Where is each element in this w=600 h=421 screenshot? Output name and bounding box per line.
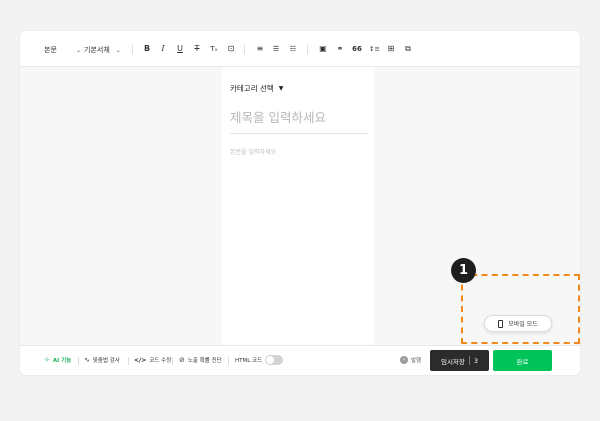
- bullet-list-icon[interactable]: ☰: [271, 45, 281, 53]
- text-box-icon[interactable]: ⊡: [226, 45, 236, 53]
- step-badge: 1: [451, 258, 476, 283]
- title-input[interactable]: 제목을 입력하세요: [230, 107, 326, 126]
- subscript-icon[interactable]: Tₓ: [209, 45, 219, 53]
- editor-toolbar: 본문 ⌄ 기본서체 ⌄ B I U T Tₓ ⊡ ≡ ☰ ☷ ▣ ⚭ 66 ↕≡…: [20, 31, 580, 67]
- caret-down-icon: ▼: [278, 85, 284, 92]
- exposure-check-label: 노출 확률 진단: [187, 358, 222, 364]
- strikethrough-icon[interactable]: T: [192, 45, 202, 53]
- code-edit-label: 코드 수정: [149, 358, 172, 364]
- toggle-knob: [266, 356, 274, 364]
- html-code-text: HTML 코드: [235, 358, 263, 364]
- button-divider: [468, 356, 470, 365]
- spellcheck-button[interactable]: ∿ 맞춤법 검사: [84, 356, 120, 364]
- spellcheck-icon: ∿: [84, 355, 90, 364]
- publish-checkbox[interactable]: ✓ 발행: [400, 356, 421, 364]
- category-label: 카테고리 선택: [230, 84, 274, 93]
- html-code-toggle[interactable]: [265, 355, 283, 365]
- check-circle-icon: ⊘: [179, 355, 185, 364]
- ai-feature-label: AI 기능: [52, 358, 72, 364]
- done-button[interactable]: 완료: [493, 350, 552, 371]
- temp-save-button[interactable]: 임시저장 3: [430, 350, 489, 371]
- chevron-down-icon: ⌄: [76, 46, 82, 54]
- editor-bottombar: ✧ AI 기능 ∿ 맞춤법 검사 </> 코드 수정 ⊘ 노출 확률 진단 HT…: [20, 345, 580, 375]
- bottombar-divider: [78, 357, 79, 365]
- document-page: 카테고리 선택 ▼ 제목을 입력하세요 본문을 입력하세요: [222, 67, 374, 345]
- check-icon: ✓: [400, 356, 408, 364]
- bottombar-divider: [228, 357, 229, 365]
- underline-icon[interactable]: U: [175, 45, 185, 53]
- done-label: 완료: [516, 357, 529, 366]
- toolbar-divider: [244, 45, 245, 54]
- sparkle-icon: ✧: [44, 355, 50, 364]
- spellcheck-label: 맞춤법 검사: [92, 358, 120, 364]
- highlight-box: [461, 274, 580, 344]
- line-spacing-icon[interactable]: ↕≡: [369, 45, 380, 53]
- table-icon[interactable]: ⊞: [386, 45, 396, 53]
- temp-save-count: 3: [473, 356, 479, 365]
- numbered-list-icon[interactable]: ☷: [288, 45, 298, 53]
- body-input[interactable]: 본문을 입력하세요: [230, 147, 276, 156]
- paragraph-style-select[interactable]: 본문: [44, 45, 57, 55]
- align-left-icon[interactable]: ≡: [255, 45, 265, 53]
- publish-label: 발행: [411, 358, 422, 364]
- image-icon[interactable]: ▣: [318, 45, 328, 53]
- link-icon[interactable]: ⚭: [335, 45, 345, 53]
- quote-icon[interactable]: 66: [352, 45, 362, 53]
- category-select[interactable]: 카테고리 선택 ▼: [230, 83, 283, 94]
- italic-icon[interactable]: I: [158, 45, 168, 53]
- bold-icon[interactable]: B: [142, 45, 152, 53]
- temp-save-label: 임시저장: [440, 357, 465, 366]
- bottombar-divider: [128, 357, 129, 365]
- chevron-down-icon: ⌄: [115, 46, 121, 54]
- code-edit-button[interactable]: </> 코드 수정: [134, 356, 172, 365]
- exposure-check-button[interactable]: ⊘ 노출 확률 진단: [179, 356, 222, 364]
- code-icon: </>: [134, 356, 147, 364]
- ai-feature-button[interactable]: ✧ AI 기능: [44, 356, 71, 364]
- font-family-value: 기본서체: [84, 46, 110, 54]
- toolbar-divider: [132, 45, 133, 54]
- bottombar-divider: [172, 357, 173, 365]
- title-divider: [230, 133, 368, 134]
- paragraph-style-value: 본문: [44, 46, 57, 54]
- special-character-icon[interactable]: ⧉: [403, 45, 413, 53]
- toolbar-divider: [307, 45, 308, 54]
- font-family-select[interactable]: ⌄ 기본서체 ⌄: [76, 45, 121, 55]
- html-code-label: HTML 코드: [235, 356, 262, 364]
